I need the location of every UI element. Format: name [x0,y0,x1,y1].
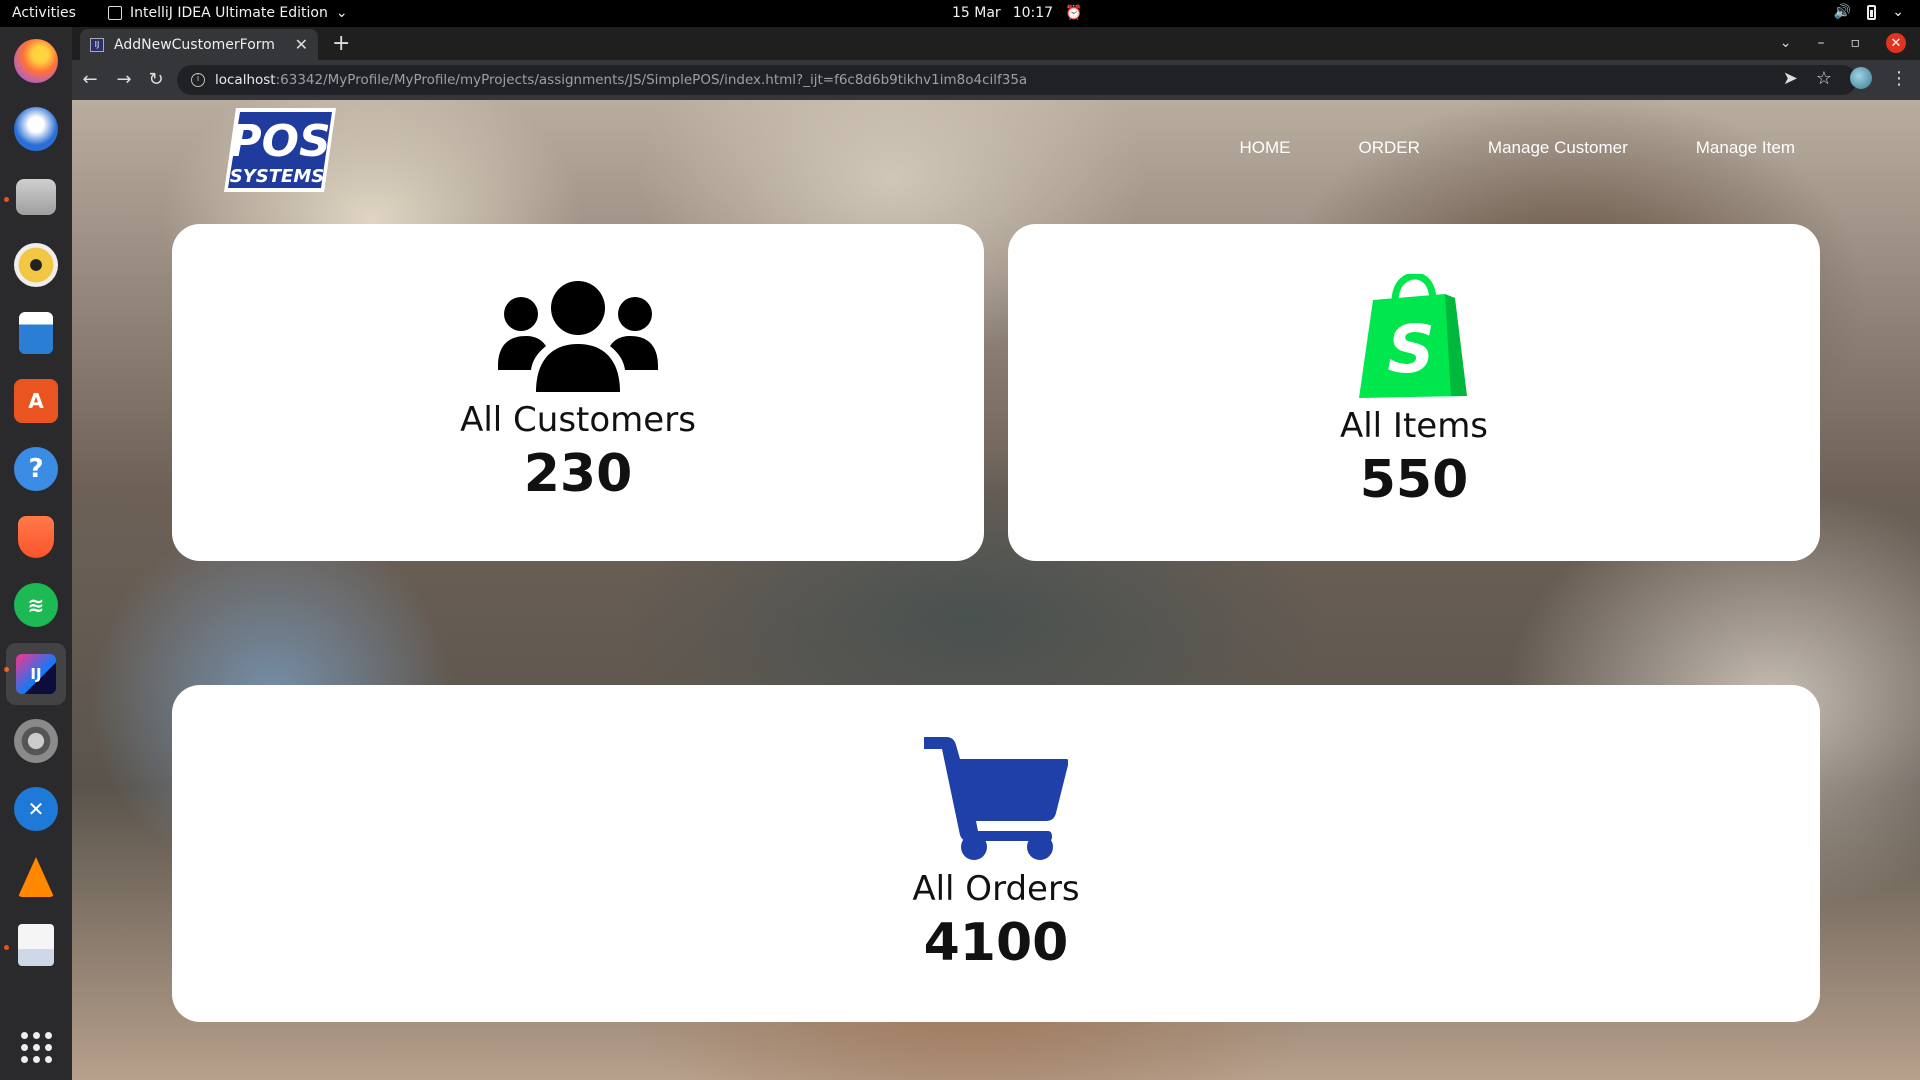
app-center-icon: A [14,379,58,423]
forward-arrow-icon[interactable]: → [112,68,136,92]
tab-title: AddNewCustomerForm [114,36,275,53]
bookmark-star-icon[interactable]: ☆ [1816,68,1832,89]
dock: A ? ≋ IJ ✕ [0,27,72,1080]
dock-spotify[interactable]: ≋ [12,581,60,629]
dock-compass[interactable]: ✕ [12,785,60,833]
close-window-button[interactable]: ✕ [1886,33,1906,53]
time-label: 10:17 [1012,5,1054,21]
browser-tab[interactable]: IJ AddNewCustomerForm ✕ [80,29,318,60]
dock-help[interactable]: ? [12,445,60,493]
profile-avatar[interactable] [1850,67,1872,89]
volume-icon: 🔊 [1833,4,1852,20]
logo-text-main: POS [229,116,330,167]
dock-document-viewer[interactable] [12,921,60,969]
tab-strip: IJ AddNewCustomerForm ✕ + ⌄ – ▫ ✕ [72,27,1920,60]
address-bar[interactable]: i localhost :63342/MyProfile/MyProfile/m… [177,65,1857,95]
browser-toolbar: ← → ↻ i localhost :63342/MyProfile/MyPro… [72,60,1920,100]
toolbar-actions: ➤ ☆ ⋮ [1783,67,1908,89]
compass-icon: ✕ [14,787,58,831]
chevron-down-icon: ⌄ [335,5,348,21]
svg-text:S: S [1387,311,1435,388]
brave-icon [18,516,54,558]
page-content: POS SYSTEMS HOME ORDER Manage Customer M… [72,100,1920,1080]
settings-icon [14,719,58,763]
browser-window: IJ AddNewCustomerForm ✕ + ⌄ – ▫ ✕ ← → ↻ … [72,27,1920,1080]
nav-link-manage-item[interactable]: Manage Item [1696,138,1795,158]
dock-intellij[interactable]: IJ [6,643,66,705]
dock-libreoffice-writer[interactable] [12,309,60,357]
nav-link-manage-customer[interactable]: Manage Customer [1488,138,1628,158]
reload-icon[interactable]: ↻ [144,68,168,92]
intellij-icon: IJ [16,654,56,694]
orders-card[interactable]: All Orders 4100 [172,685,1820,1022]
dock-firefox[interactable] [12,37,60,85]
rhythmbox-icon [14,243,58,287]
restore-button[interactable]: ▫ [1851,35,1861,51]
activities-button[interactable]: Activities [12,5,76,21]
dock-thunderbird[interactable] [12,105,60,153]
dock-app-center[interactable]: A [12,377,60,425]
tab-search-icon[interactable]: ⌄ [1780,35,1792,51]
clock[interactable]: 15 Mar 10:17 ⏰ [952,5,1082,21]
chevron-down-icon: ⌄ [1892,4,1904,20]
items-card[interactable]: S All Items 550 [1008,224,1820,561]
libreoffice-writer-icon [19,312,53,354]
logo-text-sub: SYSTEMS [230,166,324,187]
dock-settings[interactable] [12,717,60,765]
shopping-bag-icon: S [1359,274,1467,398]
system-tray[interactable]: 🔊 ⌄ [1834,4,1904,20]
app-menu[interactable]: IntelliJ IDEA Ultimate Edition ⌄ [108,5,348,21]
minimize-button[interactable]: – [1818,35,1825,51]
pos-systems-logo[interactable]: POS SYSTEMS [222,106,338,194]
window-controls: ⌄ – ▫ ✕ [1780,33,1906,53]
card-title: All Customers [460,400,696,440]
date-label: 15 Mar [952,5,1001,21]
card-title: All Items [1339,406,1489,446]
vlc-icon [18,857,54,897]
cart-icon [924,737,1068,860]
nav-link-home[interactable]: HOME [1240,138,1291,158]
app-menu-label: IntelliJ IDEA Ultimate Edition [130,5,328,21]
files-icon [16,179,56,215]
tab-close-icon[interactable]: ✕ [295,35,308,54]
site-info-icon[interactable]: i [191,73,205,87]
site-navbar: POS SYSTEMS HOME ORDER Manage Customer M… [72,100,1920,210]
back-arrow-icon[interactable]: ← [78,68,102,92]
app-grid-icon [20,1031,52,1063]
nav-link-order[interactable]: ORDER [1359,138,1420,158]
url-host: localhost [215,72,276,88]
system-top-bar: Activities IntelliJ IDEA Ultimate Editio… [0,0,1920,27]
dock-files[interactable] [12,173,60,221]
help-icon: ? [14,447,58,491]
customers-card[interactable]: All Customers 230 [172,224,984,561]
new-tab-button[interactable]: + [332,31,350,56]
send-icon[interactable]: ➤ [1783,68,1798,89]
card-count: 230 [523,444,633,504]
battery-icon [1867,4,1877,20]
show-applications-button[interactable] [12,1023,60,1071]
dock-rhythmbox[interactable] [12,241,60,289]
firefox-icon [14,39,58,83]
card-title: All Orders [912,869,1080,909]
spotify-icon: ≋ [14,583,58,627]
dock-vlc[interactable] [12,853,60,901]
url-path: :63342/MyProfile/MyProfile/myProjects/as… [275,72,1028,88]
card-count: 550 [1359,450,1469,510]
thunderbird-icon [14,107,58,151]
main-nav: HOME ORDER Manage Customer Manage Item [1240,138,1795,158]
users-icon [498,281,658,392]
alarm-icon: ⏰ [1065,5,1083,21]
document-viewer-icon [18,924,54,966]
menu-kebab-icon[interactable]: ⋮ [1890,68,1908,89]
intellij-mini-icon [108,6,122,20]
dock-brave[interactable] [12,513,60,561]
card-count: 4100 [923,913,1069,973]
intellij-favicon-icon: IJ [90,37,104,52]
